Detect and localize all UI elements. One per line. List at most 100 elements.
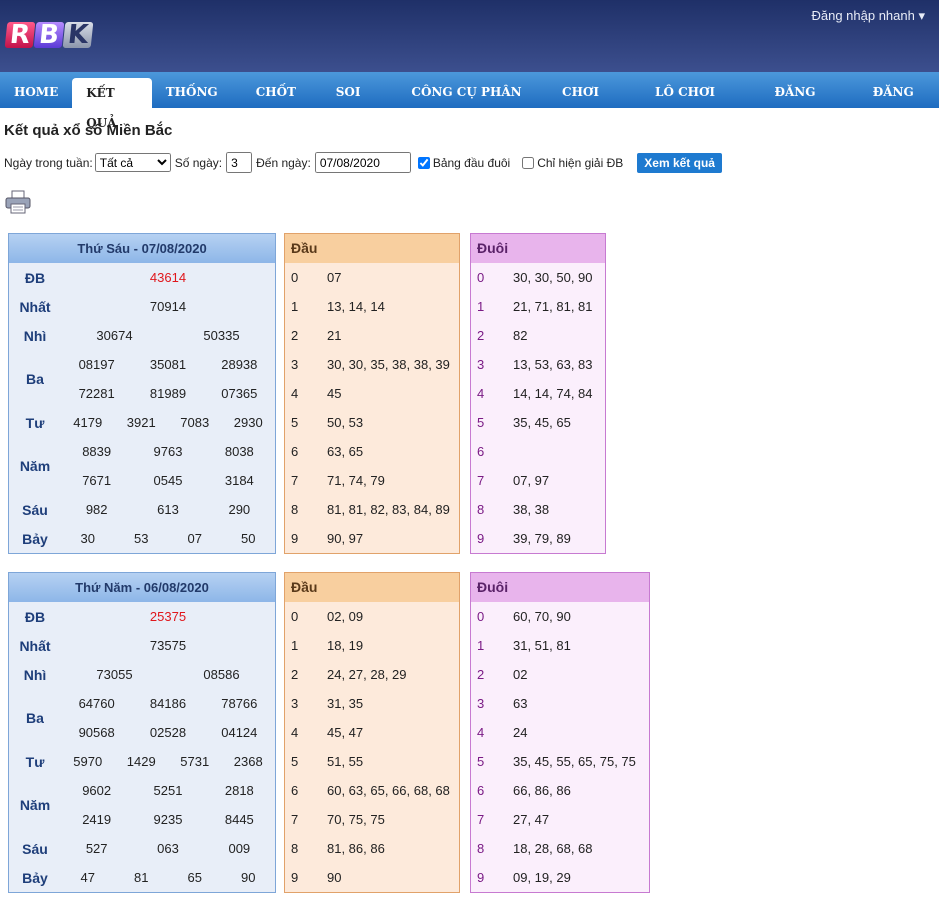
prize-number: 2930 [233,415,263,430]
printer-icon[interactable] [5,190,31,214]
prize-number: 3184 [224,473,254,488]
quick-login-dropdown[interactable]: Đăng nhập nhanh ▾ [811,8,925,24]
prize-number: 64760 [78,696,115,711]
prize-number: 5251 [153,783,183,798]
digit-label: 2 [477,667,485,682]
nav-item[interactable]: SOI CẦU [322,72,398,139]
prize-number: 9235 [153,812,183,827]
prize-row: Ba 08197 35081 28938 72281 81989 07365 [9,350,275,408]
duoi-row: 9 09, 19, 29 [471,863,649,892]
prize-number: 30674 [96,328,133,343]
duoi-row: 0 30, 30, 50, 90 [471,263,605,292]
nav-item[interactable]: ĐĂNG KÝ [859,72,939,139]
dau-row: 5 51, 55 [285,747,459,776]
duoi-row: 1 21, 71, 81, 81 [471,292,605,321]
prize-number: 08197 [78,357,115,372]
duoi-header: Đuôi [471,573,649,602]
prize-number: 7083 [180,415,210,430]
prize-number: 47 [80,870,95,885]
duoi-row: 2 82 [471,321,605,350]
duoi-values: 09, 19, 29 [513,870,571,885]
prize-number: 5731 [180,754,210,769]
digit-label: 3 [477,357,485,372]
prize-number: 73055 [96,667,133,682]
dau-table: Đầu 0 07 1 13, 14, 14 2 21 3 30, 30, 35, 38, 38,… [284,233,460,554]
prize-number: 8839 [82,444,112,459]
digit-label: 3 [291,696,299,711]
dau-row: 7 70, 75, 75 [285,805,459,834]
nav-item[interactable]: HOME [0,72,72,108]
dau-values: 71, 74, 79 [327,473,385,488]
weekday-select[interactable]: Tất cả [94,153,171,172]
prize-row: Nhất 70914 [9,292,275,321]
days-input[interactable] [226,152,253,173]
nav-item[interactable]: THỐNG KÊ [152,72,242,139]
prize-number: 2419 [82,812,112,827]
prize-label: Ba [26,371,44,387]
prize-number: 81 [134,870,149,885]
prize-row: Nhì 30674 50335 [9,321,275,350]
prize-number: 009 [228,841,251,856]
digit-label: 0 [477,270,485,285]
prize-row: Năm 9602 5251 2818 2419 9235 8445 [9,776,275,834]
dau-row: 1 18, 19 [285,631,459,660]
prize-number: 28938 [221,357,258,372]
logo-letter: K [62,20,94,50]
duoi-values: 13, 53, 63, 83 [513,357,593,372]
dau-values: 90, 97 [327,531,364,546]
prize-number: 30 [80,531,95,546]
to-date-input[interactable] [314,152,411,173]
dau-values: 45, 47 [327,725,364,740]
dau-row: 2 21 [285,321,459,350]
digit-label: 8 [477,841,485,856]
nav-item[interactable]: ĐĂNG NHẬP [760,72,858,139]
prize-number: 982 [85,502,108,517]
prize-label: Nhì [23,666,47,683]
digit-label: 0 [291,609,299,624]
digit-label: 7 [291,473,299,488]
view-results-button[interactable]: Xem kết quả [637,152,722,173]
only-db-checkbox[interactable] [522,156,535,169]
nav-item[interactable]: CHỐT SỐ [242,72,322,139]
duoi-row: 6 66, 86, 86 [471,776,649,805]
weekday-label: Ngày trong tuần: [4,155,93,170]
duoi-values: 21, 71, 81, 81 [513,299,593,314]
dau-row: 3 30, 30, 35, 38, 38, 39 [285,350,459,379]
nav-item[interactable]: LÔ CHƠI NHIỀU [641,72,760,139]
dau-values: 90 [327,870,342,885]
digit-label: 5 [477,754,485,769]
dau-values: 24, 27, 28, 29 [327,667,407,682]
dauduoi-checkbox[interactable] [417,156,430,169]
nav-item[interactable]: KẾT QUẢ [72,78,152,130]
duoi-row: 6 [471,437,605,466]
site-logo[interactable]: R B K [4,20,94,50]
digit-label: 3 [477,696,485,711]
digit-label: 0 [291,270,299,285]
dau-values: 70, 75, 75 [327,812,385,827]
digit-label: 2 [291,328,299,343]
prize-row: Nhì 73055 08586 [9,660,275,689]
prize-row: Ba 64760 84186 78766 90568 02528 04124 [9,689,275,747]
prize-row: Bảy 30 53 07 50 [9,524,275,553]
dau-values: 21 [327,328,342,343]
nav-item[interactable]: CÔNG CỤ PHÂN TÍCH [397,72,548,139]
special-prize-number: 43614 [149,270,187,285]
nav-item[interactable]: CHƠI LOTO [548,72,641,139]
prize-label: Tư [25,753,45,770]
dau-row: 2 24, 27, 28, 29 [285,660,459,689]
page-title: Kết quả xổ số Miền Bắc [4,122,173,139]
dau-row: 4 45 [285,379,459,408]
digit-label: 2 [291,667,299,682]
duoi-values: 27, 47 [513,812,550,827]
dau-row: 8 81, 81, 82, 83, 84, 89 [285,495,459,524]
duoi-values: 63 [513,696,528,711]
prize-number: 07 [187,531,202,546]
prize-label: Sáu [22,501,48,518]
dau-row: 9 90 [285,863,459,892]
digit-label: 6 [291,783,299,798]
prize-number: 290 [228,502,251,517]
dauduoi-label: Bảng đầu đuôi [432,155,511,170]
prize-label: Nhất [19,298,51,315]
digit-label: 1 [477,299,485,314]
duoi-values: 82 [513,328,528,343]
